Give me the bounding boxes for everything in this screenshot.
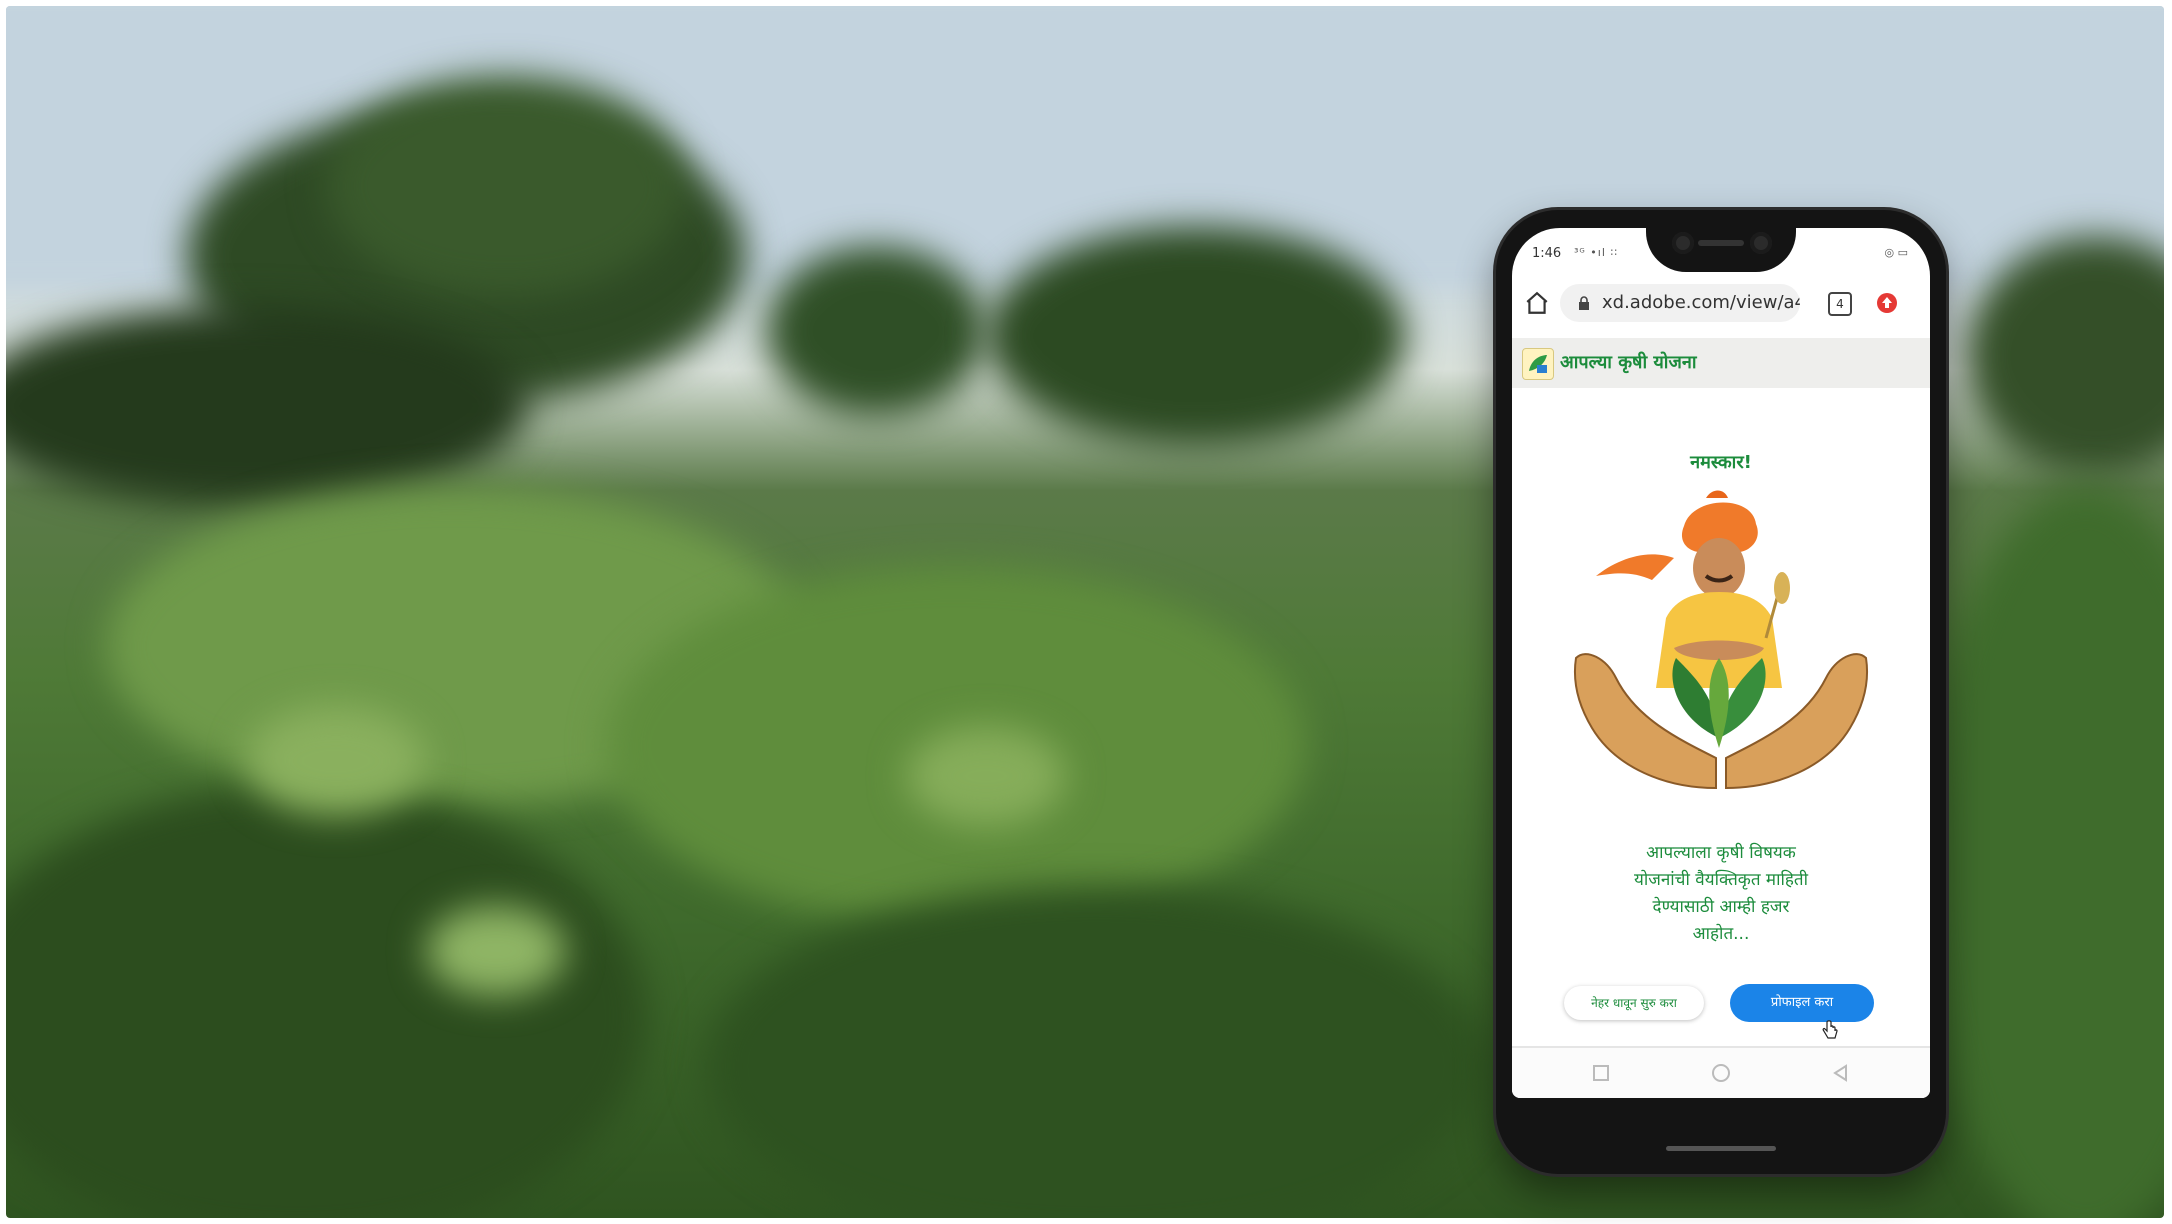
leaf-logo-icon [1529, 355, 1547, 373]
back-triangle-icon[interactable] [1830, 1062, 1852, 1084]
android-nav-bar [1512, 1046, 1930, 1098]
message-line: देण्यासाठी आम्ही हजर [1652, 897, 1790, 917]
app-title: आपल्या कृषी योजना [1560, 352, 1697, 373]
face-shape [1693, 538, 1745, 598]
leaf-highlight-3 [906, 726, 1066, 826]
tree-middle [766, 246, 986, 416]
leaf-highlight-1 [426, 906, 566, 996]
phone-screen: 1:46 ³ᴳ •ıl ∶∶ ◎ ▭ xd.adobe.com/view/a4 … [1512, 228, 1930, 1098]
home-icon[interactable] [1524, 290, 1550, 316]
greeting-text: नमस्कार! [1690, 452, 1752, 473]
wheat-ear [1774, 572, 1790, 604]
message-line: आहोत... [1692, 924, 1750, 944]
farmer-illustration [1574, 490, 1868, 790]
front-camera-left [1672, 232, 1694, 254]
leaf-highlight-2 [246, 706, 426, 816]
tabs-icon[interactable]: 4 [1828, 292, 1852, 316]
phone-frame: 1:46 ³ᴳ •ıl ∶∶ ◎ ▭ xd.adobe.com/view/a4 … [1496, 210, 1946, 1174]
signal-indicators: ³ᴳ •ıl ∶∶ [1574, 246, 1619, 259]
app-header: आपल्या कृषी योजना [1512, 338, 1930, 388]
circle-nav-icon[interactable] [1710, 1062, 1732, 1084]
browser-url-bar: xd.adobe.com/view/a4 4 [1512, 280, 1930, 328]
status-time: 1:46 [1532, 246, 1562, 261]
field-dark-2 [706, 886, 1486, 1218]
square-nav-icon[interactable] [1590, 1062, 1612, 1084]
url-text: xd.adobe.com/view/a4 [1602, 292, 1800, 313]
address-field[interactable]: xd.adobe.com/view/a4 [1560, 284, 1800, 322]
turban-knot [1706, 490, 1728, 498]
tree-right [986, 226, 1406, 446]
tab-count: 4 [1836, 297, 1844, 311]
skip-button[interactable]: नेहर धावून सुरु करा [1564, 986, 1704, 1020]
phone-notch [1646, 210, 1796, 272]
lock-icon [1579, 296, 1589, 310]
app-logo-icon [1522, 348, 1554, 380]
message-line: आपल्याला कृषी विषयक [1646, 843, 1796, 863]
message-line: योजनांची वैयक्तिकृत माहिती [1633, 870, 1809, 890]
field-right [1926, 486, 2164, 1218]
home-indicator [1666, 1146, 1776, 1151]
tree-left-top [326, 76, 686, 296]
hedge [6, 306, 526, 506]
field-dark-1 [6, 786, 646, 1218]
earpiece-speaker [1698, 240, 1744, 246]
extension-icon[interactable] [1876, 292, 1898, 314]
scarf-shape [1596, 554, 1674, 580]
create-profile-button[interactable]: प्रोफाइल करा [1730, 984, 1874, 1022]
welcome-message: आपल्याला कृषी विषयक योजनांची वैयक्तिकृत … [1552, 840, 1890, 948]
battery-indicator: ◎ ▭ [1884, 246, 1909, 259]
front-camera-right [1750, 232, 1772, 254]
hand-cursor-icon [1822, 1020, 1838, 1039]
